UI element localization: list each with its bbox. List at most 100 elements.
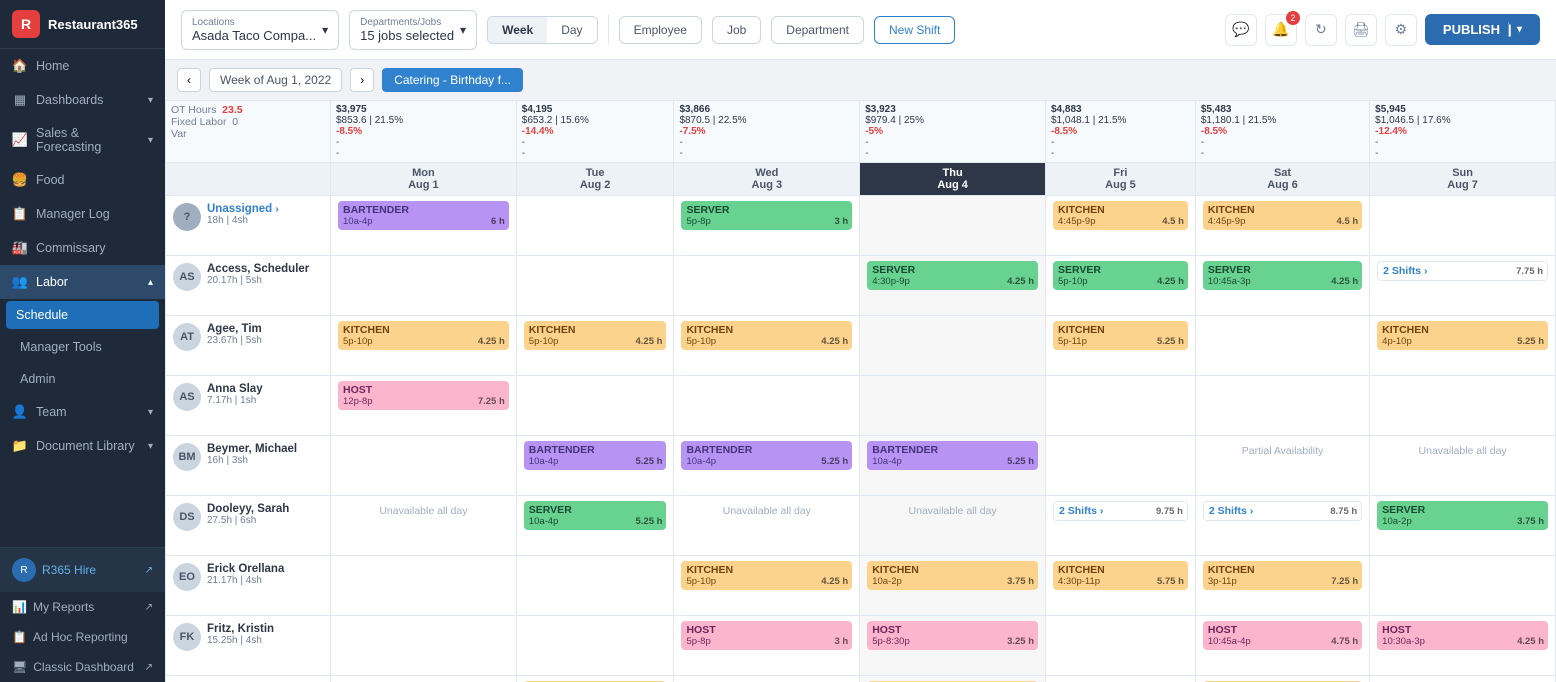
shift-cell-emp8-day1[interactable]: KITCHEN <box>516 676 674 682</box>
shift-cell-emp3-day2[interactable] <box>674 376 860 436</box>
shift-cell-emp1-day1[interactable] <box>516 256 674 316</box>
locations-select[interactable]: Locations Asada Taco Compa... ▾ <box>181 10 339 50</box>
shift-cell-emp2-day4[interactable]: KITCHEN 5p-11p 5.25 h <box>1046 316 1196 376</box>
sidebar-my-reports[interactable]: 📊 My Reports ↗ <box>0 592 165 622</box>
shift-block[interactable]: KITCHEN 3p-11p 7.25 h <box>1203 561 1362 590</box>
shift-cell-emp6-day0[interactable] <box>331 556 517 616</box>
shift-block[interactable]: KITCHEN 5p-11p 5.25 h <box>1053 321 1188 350</box>
shift-cell-emp7-day0[interactable] <box>331 616 517 676</box>
departments-select[interactable]: Departments/Jobs 15 jobs selected ▾ <box>349 10 477 50</box>
shift-cell-emp3-day0[interactable]: HOST 12p-8p 7.25 h <box>331 376 517 436</box>
shift-cell-emp3-day1[interactable] <box>516 376 674 436</box>
shift-cell-emp4-day5[interactable]: Partial Availability <box>1195 436 1369 496</box>
sidebar-item-document-library[interactable]: 📁 Document Library ▾ <box>0 429 165 463</box>
settings-button[interactable]: ⚙ <box>1385 14 1417 46</box>
sidebar-classic-dashboard[interactable]: 🖥 Classic Dashboard ↗ <box>0 652 165 682</box>
shift-cell-emp8-day2[interactable] <box>674 676 860 682</box>
shift-cell-emp5-day2[interactable]: Unavailable all day <box>674 496 860 556</box>
shift-cell-emp2-day6[interactable]: KITCHEN 4p-10p 5.25 h <box>1370 316 1556 376</box>
shift-cell-emp2-day2[interactable]: KITCHEN 5p-10p 4.25 h <box>674 316 860 376</box>
employee-cell-8[interactable]: GM Gibson, Megan <box>166 676 331 682</box>
sidebar-item-schedule[interactable]: Schedule <box>6 301 159 329</box>
sidebar-item-home[interactable]: 🏠 Home <box>0 49 165 83</box>
shift-cell-emp2-day3[interactable] <box>860 316 1046 376</box>
shift-block[interactable]: KITCHEN 5p-10p 4.25 h <box>681 321 852 350</box>
sidebar-item-manager-log[interactable]: 📋 Manager Log <box>0 197 165 231</box>
shift-cell-emp0-day6[interactable] <box>1370 196 1556 256</box>
employee-button[interactable]: Employee <box>619 16 702 44</box>
shift-cell-emp6-day3[interactable]: KITCHEN 10a-2p 3.75 h <box>860 556 1046 616</box>
shift-cell-emp1-day6[interactable]: 2 Shifts ›7.75 h <box>1370 256 1556 316</box>
shift-cell-emp7-day6[interactable]: HOST 10:30a-3p 4.25 h <box>1370 616 1556 676</box>
shift-cell-emp3-day5[interactable] <box>1195 376 1369 436</box>
shift-cell-emp0-day0[interactable]: BARTENDER 10a-4p 6 h <box>331 196 517 256</box>
sidebar-item-commissary[interactable]: 🏭 Commissary <box>0 231 165 265</box>
shift-cell-emp4-day3[interactable]: BARTENDER 10a-4p 5.25 h <box>860 436 1046 496</box>
refresh-button[interactable]: ↻ <box>1305 14 1337 46</box>
shift-block[interactable]: SERVER 5p-8p 3 h <box>681 201 852 230</box>
employee-cell-7[interactable]: FK Fritz, Kristin 15.25h | 4sh <box>166 616 331 676</box>
shift-cell-emp6-day4[interactable]: KITCHEN 4:30p-11p 5.75 h <box>1046 556 1196 616</box>
shift-block[interactable]: SERVER 5p-10p 4.25 h <box>1053 261 1188 290</box>
shift-cell-emp5-day1[interactable]: SERVER 10a-4p 5.25 h <box>516 496 674 556</box>
sidebar-item-labor[interactable]: 👥 Labor ▴ <box>0 265 165 299</box>
shift-cell-emp7-day4[interactable] <box>1046 616 1196 676</box>
print-button[interactable]: 🖨 <box>1345 14 1377 46</box>
shift-cell-emp6-day1[interactable] <box>516 556 674 616</box>
shift-cell-emp5-day5[interactable]: 2 Shifts ›8.75 h <box>1195 496 1369 556</box>
shift-block[interactable]: SERVER 4:30p-9p 4.25 h <box>867 261 1038 290</box>
shift-cell-emp6-day5[interactable]: KITCHEN 3p-11p 7.25 h <box>1195 556 1369 616</box>
shift-cell-emp3-day3[interactable] <box>860 376 1046 436</box>
shift-cell-emp8-day5[interactable]: KITCHEN <box>1195 676 1369 682</box>
shift-cell-emp1-day3[interactable]: SERVER 4:30p-9p 4.25 h <box>860 256 1046 316</box>
shift-cell-emp8-day4[interactable] <box>1046 676 1196 682</box>
shift-block[interactable]: BARTENDER 10a-4p 6 h <box>338 201 509 230</box>
publish-button[interactable]: PUBLISH | ▾ <box>1425 14 1540 45</box>
shift-cell-emp7-day5[interactable]: HOST 10:45a-4p 4.75 h <box>1195 616 1369 676</box>
shift-cell-emp0-day5[interactable]: KITCHEN 4:45p-9p 4.5 h <box>1195 196 1369 256</box>
shift-cell-emp4-day1[interactable]: BARTENDER 10a-4p 5.25 h <box>516 436 674 496</box>
shift-block[interactable]: KITCHEN 4:30p-11p 5.75 h <box>1053 561 1188 590</box>
shift-cell-emp4-day2[interactable]: BARTENDER 10a-4p 5.25 h <box>674 436 860 496</box>
employee-cell-1[interactable]: AS Access, Scheduler 20.17h | 5sh <box>166 256 331 316</box>
shift-block[interactable]: BARTENDER 10a-4p 5.25 h <box>524 441 667 470</box>
sidebar-item-team[interactable]: 👤 Team ▾ <box>0 395 165 429</box>
chat-button[interactable]: 💬 <box>1225 14 1257 46</box>
shift-cell-emp5-day3[interactable]: Unavailable all day <box>860 496 1046 556</box>
employee-cell-0[interactable]: ? Unassigned › 18h | 4sh <box>166 196 331 256</box>
sidebar-item-manager-tools[interactable]: Manager Tools <box>0 331 165 363</box>
sidebar-item-admin[interactable]: Admin <box>0 363 165 395</box>
shift-cell-emp7-day2[interactable]: HOST 5p-8p 3 h <box>674 616 860 676</box>
shift-block[interactable]: KITCHEN 5p-10p 4.25 h <box>524 321 667 350</box>
shift-block[interactable]: KITCHEN 4:45p-9p 4.5 h <box>1203 201 1362 230</box>
shift-cell-emp8-day0[interactable] <box>331 676 517 682</box>
employee-cell-4[interactable]: BM Beymer, Michael 16h | 3sh <box>166 436 331 496</box>
shift-cell-emp8-day6[interactable] <box>1370 676 1556 682</box>
shift-cell-emp7-day1[interactable] <box>516 616 674 676</box>
shift-cell-emp3-day4[interactable] <box>1046 376 1196 436</box>
shift-cell-emp2-day0[interactable]: KITCHEN 5p-10p 4.25 h <box>331 316 517 376</box>
shift-cell-emp6-day6[interactable] <box>1370 556 1556 616</box>
shift-block[interactable]: KITCHEN 5p-10p 4.25 h <box>681 561 852 590</box>
day-view-button[interactable]: Day <box>547 17 596 43</box>
shift-cell-emp1-day0[interactable] <box>331 256 517 316</box>
shift-cell-emp0-day4[interactable]: KITCHEN 4:45p-9p 4.5 h <box>1046 196 1196 256</box>
shift-cell-emp5-day4[interactable]: 2 Shifts ›9.75 h <box>1046 496 1196 556</box>
department-button[interactable]: Department <box>771 16 864 44</box>
2shifts-cell[interactable]: 2 Shifts ›8.75 h <box>1203 501 1362 521</box>
employee-cell-2[interactable]: AT Agee, Tim 23.67h | 5sh <box>166 316 331 376</box>
shift-block[interactable]: KITCHEN 5p-10p 4.25 h <box>338 321 509 350</box>
sidebar-hire-btn[interactable]: R R365 Hire ↗ <box>0 548 165 592</box>
shift-cell-emp4-day0[interactable] <box>331 436 517 496</box>
shift-cell-emp5-day0[interactable]: Unavailable all day <box>331 496 517 556</box>
shift-cell-emp0-day2[interactable]: SERVER 5p-8p 3 h <box>674 196 860 256</box>
shift-block[interactable]: HOST 5p-8:30p 3.25 h <box>867 621 1038 650</box>
shift-cell-emp2-day1[interactable]: KITCHEN 5p-10p 4.25 h <box>516 316 674 376</box>
new-shift-button[interactable]: New Shift <box>874 16 955 44</box>
job-button[interactable]: Job <box>712 16 761 44</box>
week-view-button[interactable]: Week <box>488 17 547 43</box>
sidebar-item-food[interactable]: 🍔 Food <box>0 163 165 197</box>
shift-block[interactable]: BARTENDER 10a-4p 5.25 h <box>867 441 1038 470</box>
shift-block[interactable]: HOST 5p-8p 3 h <box>681 621 852 650</box>
sidebar-item-dashboards[interactable]: ▦ Dashboards ▾ <box>0 83 165 117</box>
